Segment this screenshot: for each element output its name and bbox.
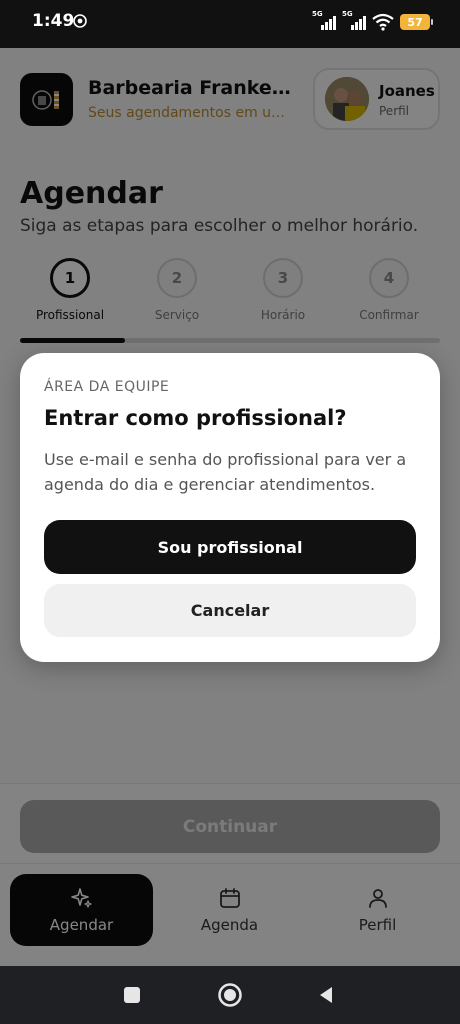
- status-bar: 1:49 5G 5G 57: [0, 0, 460, 48]
- battery-level: 57: [407, 15, 423, 29]
- dialog-body: Use e-mail e senha do profissional para …: [44, 450, 407, 494]
- home-button[interactable]: [215, 980, 245, 1010]
- recents-button[interactable]: [117, 980, 147, 1010]
- chrome-icon: [73, 14, 87, 28]
- signal-icon: 5G: [312, 10, 336, 32]
- back-triangle-icon: [320, 987, 332, 1003]
- dialog-eyebrow: ÁREA DA EQUIPE: [44, 379, 170, 395]
- home-circle-icon: [218, 983, 242, 1007]
- status-time: 1:49: [32, 11, 75, 31]
- system-nav-bar: [0, 966, 460, 1024]
- signal-icon: 5G: [342, 10, 366, 32]
- cancel-button[interactable]: Cancelar: [44, 584, 416, 637]
- battery-icon: 57: [400, 14, 433, 30]
- team-login-dialog: ÁREA DA EQUIPE Entrar como profissional?…: [20, 353, 440, 662]
- dialog-title: Entrar como profissional?: [44, 406, 347, 430]
- wifi-icon: [372, 13, 394, 31]
- professional-button[interactable]: Sou profissional: [44, 520, 416, 574]
- square-icon: [124, 987, 140, 1003]
- back-button[interactable]: [311, 980, 341, 1010]
